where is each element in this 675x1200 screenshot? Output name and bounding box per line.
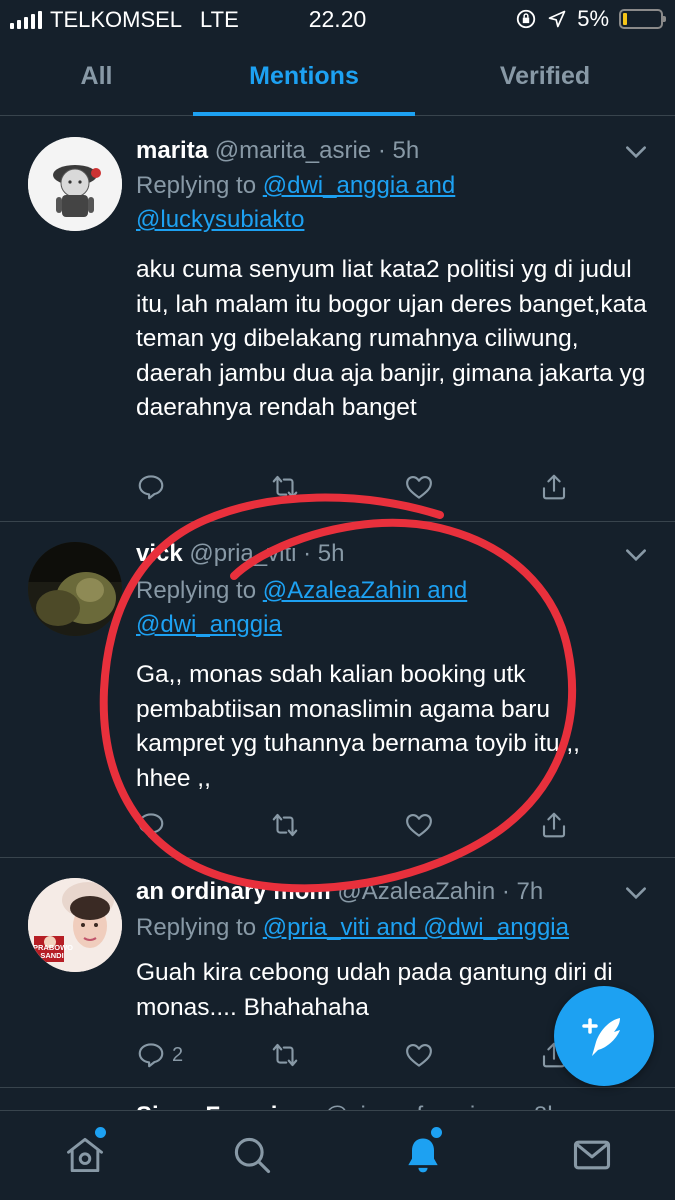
author-handle[interactable]: @AzaleaZahin — [337, 878, 495, 905]
battery-icon — [619, 9, 666, 29]
avatar-caption: PRABOWO SANDI — [33, 943, 73, 960]
tweet-card[interactable]: vick @pria_viti · 5h Replying to @Azalea… — [0, 522, 675, 858]
orientation-lock-icon — [517, 9, 536, 29]
battery-percent: 5% — [577, 6, 609, 31]
retweet-icon — [272, 813, 298, 837]
nav-messages[interactable] — [570, 1133, 614, 1177]
reply-mention-link[interactable]: @pria_viti and @dwi_anggia — [263, 914, 569, 941]
tweet-header: an ordinary mom @AzaleaZahin · 7h — [136, 878, 544, 905]
chevron-down-icon[interactable] — [623, 139, 649, 165]
avatar[interactable]: PRABOWO SANDI — [28, 878, 122, 972]
reply-mention-link[interactable]: @AzaleaZahin and — [263, 577, 468, 604]
bottom-navigation — [0, 1110, 675, 1200]
chevron-down-icon[interactable] — [623, 880, 649, 906]
search-icon — [234, 1137, 271, 1174]
author-name[interactable]: marita — [136, 137, 208, 164]
notifications-unread-dot — [431, 1127, 442, 1138]
tweet-text: Ga,, monas sdah kalian booking utk pemba… — [136, 661, 580, 792]
retweet-button[interactable] — [270, 1039, 300, 1071]
tweet-header: vick @pria_viti · 5h — [136, 540, 345, 567]
avatar-soldier-image — [28, 137, 122, 231]
reply-icon — [138, 813, 164, 838]
tab-verified[interactable]: Verified — [415, 46, 675, 116]
share-button[interactable] — [539, 809, 569, 841]
heart-icon — [406, 813, 432, 837]
chevron-down-icon[interactable] — [623, 542, 649, 568]
tab-all[interactable]: All — [0, 46, 193, 116]
tweet-text: aku cuma senyum liat kata2 politisi yg d… — [136, 256, 647, 421]
author-name: Sisca Fransisca — [136, 1102, 317, 1110]
author-handle[interactable]: @marita_asrie — [215, 137, 371, 164]
reply-button[interactable]: 2 — [136, 1039, 183, 1071]
active-tab-indicator — [193, 112, 415, 116]
heart-icon — [406, 1043, 432, 1067]
author-name[interactable]: an ordinary mom — [136, 878, 331, 905]
author-handle[interactable]: @pria_viti — [189, 540, 296, 567]
tweet-actions — [136, 809, 576, 841]
notification-tabs: All Mentions Verified — [0, 46, 675, 116]
reply-mention-link[interactable]: @dwi_anggia — [136, 611, 282, 638]
retweet-button[interactable] — [270, 471, 300, 503]
tweet-actions: 2 — [136, 1039, 576, 1071]
retweet-button[interactable] — [270, 809, 300, 841]
reply-icon — [138, 475, 164, 500]
tweet-actions — [136, 471, 576, 503]
replying-to: Replying to @AzaleaZahin and @dwi_anggia — [136, 577, 468, 638]
like-button[interactable] — [404, 1039, 434, 1071]
location-icon — [548, 10, 566, 28]
tweet-time: 5h — [392, 137, 420, 164]
mail-icon — [573, 1140, 611, 1170]
share-button[interactable] — [539, 471, 569, 503]
avatar[interactable] — [28, 137, 122, 231]
tweet-header: marita @marita_asrie · 5h — [136, 137, 420, 164]
home-unread-dot — [95, 1127, 106, 1138]
bell-icon — [408, 1138, 438, 1173]
home-icon — [67, 1137, 103, 1173]
reply-mention-link[interactable]: @dwi_anggia and — [263, 172, 456, 199]
share-icon — [542, 474, 566, 500]
tweet-card[interactable]: marita @marita_asrie · 5h Replying to @d… — [0, 117, 675, 522]
author-handle: @sisca_fransisca — [324, 1102, 512, 1110]
avatar-photo — [28, 542, 122, 636]
share-icon — [542, 812, 566, 838]
reply-icon — [138, 1043, 164, 1068]
reply-count: 2 — [172, 1043, 184, 1066]
replying-to: Replying to @dwi_anggia and @luckysubiak… — [136, 172, 456, 233]
replying-to: Replying to @pria_viti and @dwi_anggia — [136, 914, 569, 941]
tweet-time: 5h — [317, 540, 345, 567]
nav-search[interactable] — [230, 1133, 274, 1177]
tweet-time: 8h — [534, 1102, 561, 1110]
avatar[interactable] — [28, 542, 122, 636]
status-icons: 5% — [515, 6, 666, 32]
author-name[interactable]: vick — [136, 540, 183, 567]
like-button[interactable] — [404, 471, 434, 503]
reply-button[interactable] — [136, 809, 172, 841]
tweet-time: 7h — [516, 878, 544, 905]
heart-icon — [406, 475, 432, 499]
status-bar: TELKOMSEL LTE 22.20 5% — [0, 0, 675, 40]
nav-home[interactable] — [63, 1127, 107, 1177]
nav-notifications[interactable] — [401, 1127, 445, 1177]
like-button[interactable] — [404, 809, 434, 841]
compose-tweet-button[interactable] — [554, 986, 654, 1086]
partial-tweet-header[interactable]: Sisca Fransisca @sisca_fransisca · 8h — [136, 1096, 561, 1110]
feather-plus-icon — [582, 1018, 620, 1056]
retweet-icon — [272, 1043, 298, 1067]
reply-button[interactable] — [136, 471, 172, 503]
retweet-icon — [272, 475, 298, 499]
reply-mention-link[interactable]: @luckysubiakto — [136, 206, 304, 233]
tab-mentions[interactable]: Mentions — [193, 46, 415, 116]
